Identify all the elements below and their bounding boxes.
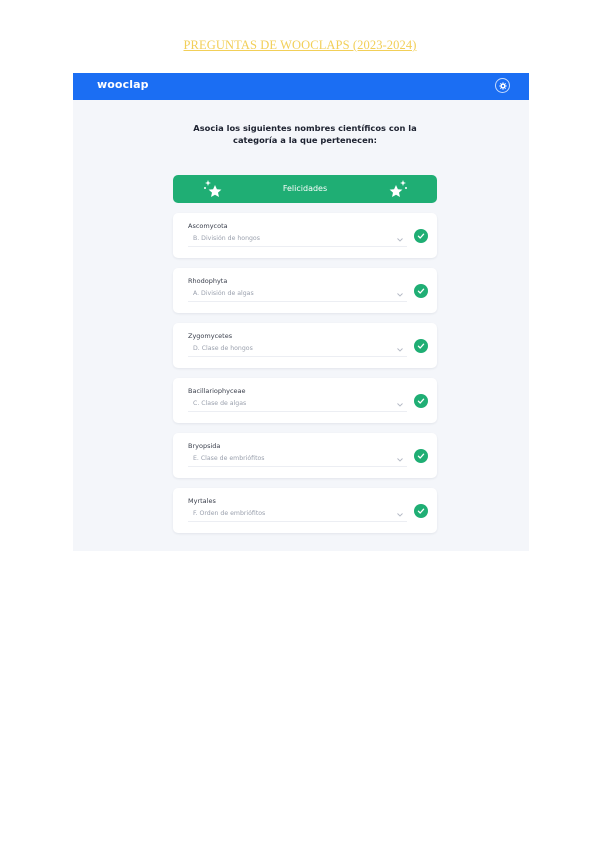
document-title: PREGUNTAS DE WOOCLAPS (2023-2024) (183, 38, 417, 52)
answer-select[interactable]: B. División de hongos (188, 233, 407, 247)
match-card: Myrtales F. Orden de embriófitos (173, 488, 437, 533)
term-label: Bacillariophyceae (188, 387, 246, 395)
correct-check-badge (414, 339, 428, 353)
chevron-down-icon (397, 238, 403, 242)
answer-select[interactable]: D. Clase de hongos (188, 343, 407, 357)
question-line-2: categoría a la que pertenecen: (233, 134, 377, 145)
match-card: Bryopsida E. Clase de embriófitos (173, 433, 437, 478)
check-icon (417, 453, 425, 459)
check-icon (417, 398, 425, 404)
check-icon (417, 233, 425, 239)
chevron-down-icon (397, 513, 403, 517)
correct-check-badge (414, 504, 428, 518)
gear-icon (498, 81, 507, 90)
question-text: Asocia los siguientes nombres científico… (173, 123, 437, 146)
check-icon (417, 343, 425, 349)
answer-select[interactable]: F. Orden de embriófitos (188, 508, 407, 522)
correct-check-badge (414, 284, 428, 298)
question-line-1: Asocia los siguientes nombres científico… (193, 123, 417, 133)
answer-select[interactable]: C. Clase de algas (188, 398, 407, 412)
correct-check-badge (414, 394, 428, 408)
term-label: Bryopsida (188, 442, 221, 450)
answer-value: F. Orden de embriófitos (193, 510, 266, 517)
term-label: Rhodophyta (188, 277, 228, 285)
match-card: Rhodophyta A. División de algas (173, 268, 437, 313)
answer-value: D. Clase de hongos (193, 345, 253, 352)
answer-select[interactable]: A. División de algas (188, 288, 407, 302)
chevron-down-icon (397, 348, 403, 352)
term-label: Myrtales (188, 497, 216, 505)
correct-check-badge (414, 229, 428, 243)
answer-value: E. Clase de embriófitos (193, 455, 265, 462)
check-icon (417, 288, 425, 294)
correct-check-badge (414, 449, 428, 463)
chevron-down-icon (397, 458, 403, 462)
term-label: Zygomycetes (188, 332, 233, 340)
top-bar: wooclap (73, 73, 529, 100)
settings-button[interactable] (495, 78, 510, 93)
term-label: Ascomycota (188, 222, 228, 230)
match-card: Ascomycota B. División de hongos (173, 213, 437, 258)
answer-value: C. Clase de algas (193, 400, 247, 407)
result-banner: Felicidades (173, 175, 437, 203)
answer-value: A. División de algas (193, 290, 254, 297)
chevron-down-icon (397, 293, 403, 297)
wooclap-logo: wooclap (97, 78, 149, 91)
sparkle-star-icon (389, 180, 407, 197)
check-icon (417, 508, 425, 514)
answer-select[interactable]: E. Clase de embriófitos (188, 453, 407, 467)
chevron-down-icon (397, 403, 403, 407)
match-card: Zygomycetes D. Clase de hongos (173, 323, 437, 368)
match-card: Bacillariophyceae C. Clase de algas (173, 378, 437, 423)
answer-value: B. División de hongos (193, 235, 260, 242)
wooclap-screenshot: wooclap Asocia los siguientes nombres ci… (73, 73, 529, 551)
